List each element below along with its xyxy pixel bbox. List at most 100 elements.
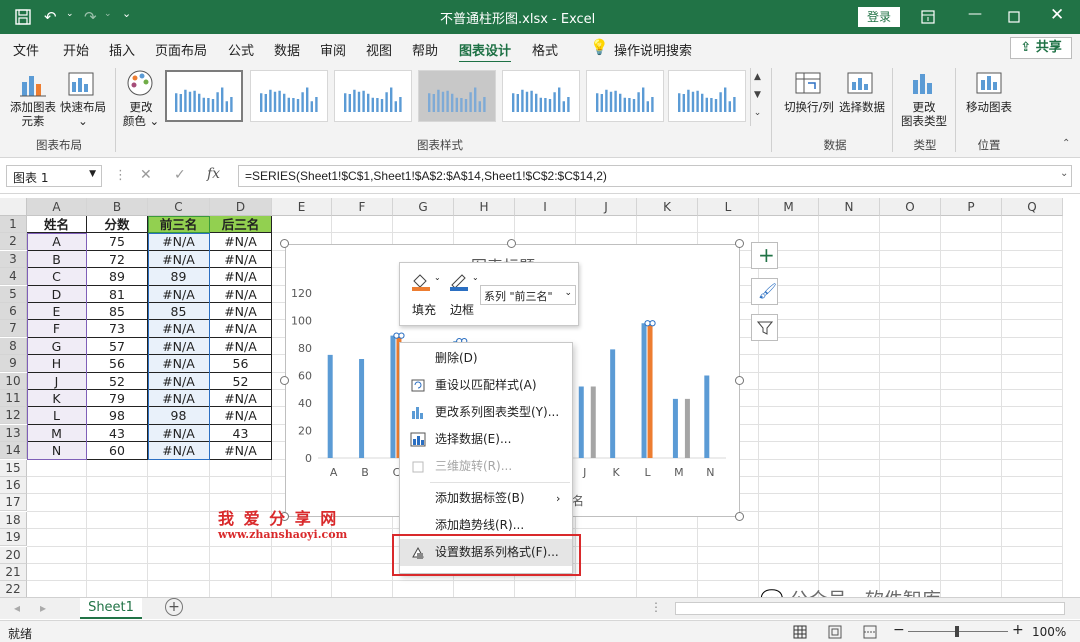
row-header-2[interactable]: 2 xyxy=(0,233,27,251)
redo-icon[interactable]: ↷ xyxy=(84,8,97,26)
cell-m19[interactable] xyxy=(759,529,819,547)
cell-a1[interactable]: 姓名 xyxy=(27,216,87,234)
cell-q19[interactable] xyxy=(1002,529,1063,547)
resize-handle-br[interactable] xyxy=(735,512,744,521)
cell-p7[interactable] xyxy=(941,320,1002,338)
cell-n8[interactable] xyxy=(819,337,880,356)
scroll-up-icon[interactable]: ▲ xyxy=(751,68,764,86)
fill-label[interactable]: 填充 xyxy=(412,301,436,318)
save-icon[interactable] xyxy=(14,8,32,26)
row-header-17[interactable]: 17 xyxy=(0,494,27,512)
cell-q12[interactable] xyxy=(1002,407,1063,425)
cell-d3[interactable]: #N/A xyxy=(210,250,272,269)
resize-handle-tl[interactable] xyxy=(280,239,289,248)
expand-formula-bar-icon[interactable]: ⌄ xyxy=(1060,168,1068,179)
series-selection-handle[interactable] xyxy=(393,332,400,339)
quick-layout-icon[interactable] xyxy=(66,70,96,98)
zoom-out-icon[interactable]: − xyxy=(893,622,905,638)
cell-b7[interactable]: 73 xyxy=(87,320,148,338)
cell-a21[interactable] xyxy=(27,564,87,582)
row-header-4[interactable]: 4 xyxy=(0,268,27,286)
cell-k21[interactable] xyxy=(637,564,698,582)
border-icon[interactable] xyxy=(448,271,470,291)
cell-o17[interactable] xyxy=(880,494,941,512)
cell-n13[interactable] xyxy=(819,424,880,443)
cell-q5[interactable] xyxy=(1002,285,1063,303)
cell-d7[interactable]: #N/A xyxy=(210,320,272,338)
close-icon[interactable]: ✕ xyxy=(1050,5,1064,25)
column-header-h[interactable]: H xyxy=(454,198,515,216)
column-header-b[interactable]: B xyxy=(87,198,148,216)
column-header-f[interactable]: F xyxy=(332,198,393,216)
cell-b20[interactable] xyxy=(87,546,148,564)
cell-j20[interactable] xyxy=(576,546,637,564)
cell-d12[interactable]: #N/A xyxy=(210,407,272,425)
menu-reset-style[interactable]: 重设以匹配样式(A) xyxy=(400,372,572,399)
cell-l20[interactable] xyxy=(698,546,759,564)
formula-bar-options-icon[interactable]: ⋮ xyxy=(114,168,127,183)
cell-k20[interactable] xyxy=(637,546,698,564)
row-header-5[interactable]: 5 xyxy=(0,285,27,303)
column-header-m[interactable]: M xyxy=(759,198,819,216)
row-header-13[interactable]: 13 xyxy=(0,424,27,442)
tab-data[interactable]: 数据 xyxy=(274,40,300,59)
cell-p15[interactable] xyxy=(941,459,1002,477)
column-header-q[interactable]: Q xyxy=(1002,198,1063,216)
bar-score-a[interactable] xyxy=(327,354,333,458)
cell-n17[interactable] xyxy=(819,494,880,512)
column-header-p[interactable]: P xyxy=(941,198,1002,216)
cell-n20[interactable] xyxy=(819,546,880,564)
cell-p8[interactable] xyxy=(941,337,1002,356)
cell-p5[interactable] xyxy=(941,285,1002,303)
name-box[interactable]: 图表 1 ▼ xyxy=(6,165,102,187)
cell-o18[interactable] xyxy=(880,511,941,530)
cell-c17[interactable] xyxy=(148,494,210,512)
cell-o19[interactable] xyxy=(880,529,941,547)
column-header-d[interactable]: D xyxy=(210,198,272,216)
cell-d2[interactable]: #N/A xyxy=(210,233,272,251)
row-header-21[interactable]: 21 xyxy=(0,564,27,581)
cell-q14[interactable] xyxy=(1002,442,1063,460)
row-header-19[interactable]: 19 xyxy=(0,529,27,547)
cell-o11[interactable] xyxy=(880,390,941,408)
cell-d15[interactable] xyxy=(210,459,272,477)
tab-page-layout[interactable]: 页面布局 xyxy=(155,40,207,59)
formula-input[interactable]: =SERIES(Sheet1!$C$1,Sheet1!$A$2:$A$14,Sh… xyxy=(238,165,1072,187)
fill-icon[interactable] xyxy=(410,271,432,291)
cell-p12[interactable] xyxy=(941,407,1002,425)
cell-o20[interactable] xyxy=(880,546,941,564)
cell-m10[interactable] xyxy=(759,372,819,390)
cell-b5[interactable]: 81 xyxy=(87,285,148,303)
row-header-1[interactable]: 1 xyxy=(0,216,27,233)
row-header-16[interactable]: 16 xyxy=(0,477,27,494)
cell-q18[interactable] xyxy=(1002,511,1063,530)
cell-p10[interactable] xyxy=(941,372,1002,390)
series-selection-handle[interactable] xyxy=(644,320,651,327)
ribbon-display-icon[interactable] xyxy=(921,10,935,24)
cell-a17[interactable] xyxy=(27,494,87,512)
cell-o5[interactable] xyxy=(880,285,941,303)
collapse-ribbon-icon[interactable]: ⌃ xyxy=(1062,138,1070,149)
cell-b10[interactable]: 52 xyxy=(87,372,148,390)
cell-j19[interactable] xyxy=(576,529,637,547)
cell-p20[interactable] xyxy=(941,546,1002,564)
series-select[interactable]: 系列 "前三名" ⌄ xyxy=(480,285,576,305)
bar-bottom3-j[interactable] xyxy=(590,386,596,459)
undo-icon[interactable]: ↶ xyxy=(44,8,57,26)
cell-q21[interactable] xyxy=(1002,564,1063,582)
tab-format[interactable]: 格式 xyxy=(532,40,558,59)
share-button[interactable]: ⇪ 共享 xyxy=(1010,37,1072,59)
cell-n3[interactable] xyxy=(819,250,880,269)
row-header-9[interactable]: 9 xyxy=(0,355,27,373)
add-chart-element-button[interactable]: 添加图表 元素 xyxy=(7,100,59,128)
more-styles-icon[interactable]: ⌄ xyxy=(751,104,764,122)
cell-b12[interactable]: 98 xyxy=(87,407,148,425)
tab-view[interactable]: 视图 xyxy=(366,40,392,59)
row-header-10[interactable]: 10 xyxy=(0,372,27,390)
menu-change-series-type[interactable]: 更改系列图表类型(Y)... xyxy=(400,399,572,426)
bar-score-j[interactable] xyxy=(578,386,584,459)
cell-b11[interactable]: 79 xyxy=(87,390,148,408)
bar-score-l[interactable] xyxy=(641,323,647,458)
row-header-11[interactable]: 11 xyxy=(0,390,27,407)
cell-p11[interactable] xyxy=(941,390,1002,408)
